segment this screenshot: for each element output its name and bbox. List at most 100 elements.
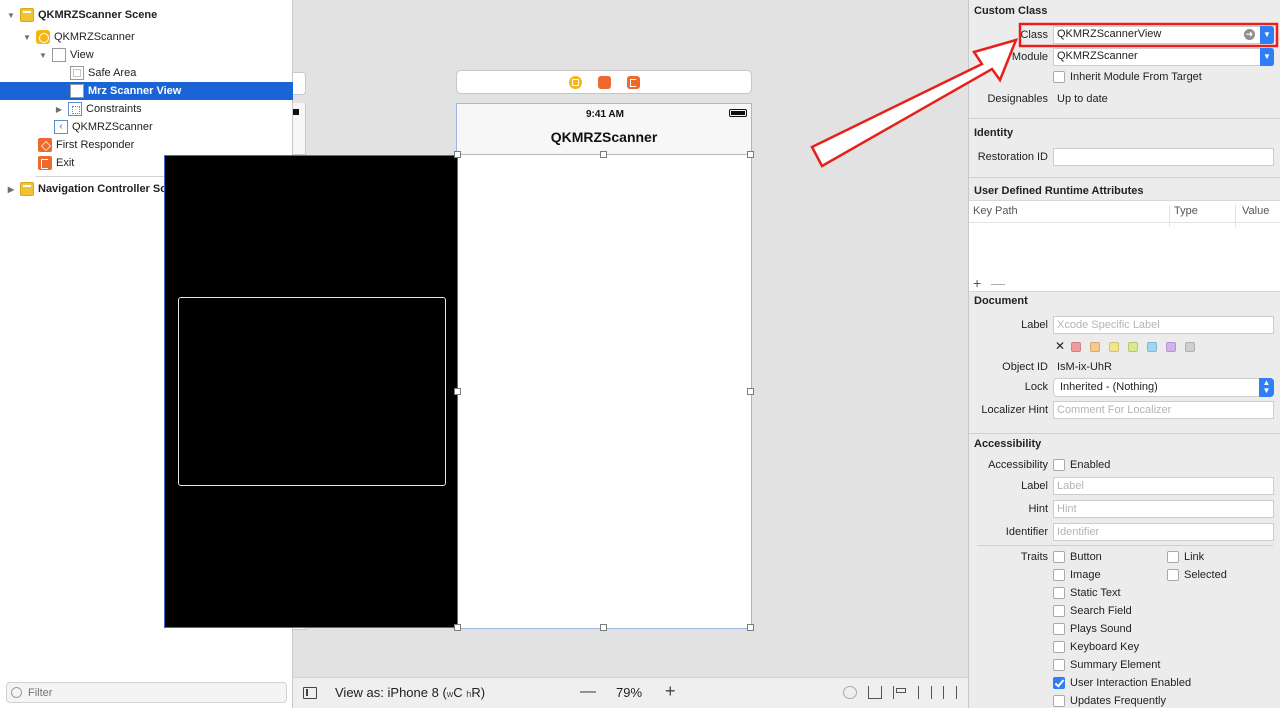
column-header-type[interactable]: Type [1174,205,1198,217]
trait-image[interactable]: Image [1053,569,1101,581]
checkbox[interactable] [1053,695,1065,707]
align-icon[interactable] [893,686,907,699]
chevron-up-down-icon[interactable]: ▲ ▼ [1259,378,1274,397]
localizer-hint-input[interactable] [1053,401,1274,419]
disclosure-open-icon[interactable]: ▼ [6,11,16,20]
trait-static-text[interactable]: Static Text [1053,587,1121,599]
tree-item-safe-area[interactable]: Safe Area [0,64,293,82]
checkbox[interactable] [1053,659,1065,671]
class-field[interactable]: QKMRZScannerView ➜ ▼ [1053,26,1274,44]
checkbox[interactable] [1053,641,1065,653]
chevron-down-icon[interactable]: ▼ [1260,48,1274,66]
trait-plays-sound[interactable]: Plays Sound [1053,623,1132,635]
resize-handle[interactable] [600,624,607,631]
checkbox[interactable] [1053,587,1065,599]
a11y-hint-input[interactable] [1053,500,1274,518]
trait-updates-frequently[interactable]: Updates Frequently [1053,695,1166,707]
add-attribute-button[interactable]: + [973,275,981,291]
resize-handle[interactable] [454,624,461,631]
a11y-label-input[interactable] [1053,477,1274,495]
checkbox[interactable] [1053,623,1065,635]
restoration-id-label: Restoration ID [977,151,1048,163]
disclosure-open-icon[interactable]: ▼ [38,51,48,60]
outline-filter[interactable] [6,682,287,703]
embed-in-stack-icon[interactable] [868,686,882,699]
view-as-device-button[interactable]: View as: iPhone 8 (wC hR) [335,685,485,700]
resize-handle[interactable] [454,388,461,395]
tree-item-view[interactable]: ▼ View [0,46,293,64]
restoration-id-input[interactable] [1053,148,1274,166]
checkbox[interactable] [1053,459,1065,471]
zoom-out-button[interactable]: — [580,683,596,701]
no-color-swatch[interactable]: ✕ [1055,339,1065,353]
class-value: QKMRZScannerView [1057,28,1162,40]
disclosure-closed-icon[interactable]: ▶ [6,185,16,194]
section-title-identity: Identity [974,127,1014,139]
remove-attribute-button[interactable]: — [991,275,1005,291]
go-to-class-icon[interactable]: ➜ [1244,29,1255,40]
zoom-in-button[interactable]: + [665,681,676,702]
trait-user-interaction-enabled[interactable]: User Interaction Enabled [1053,677,1191,689]
color-swatch-yellow[interactable] [1109,342,1119,352]
navigation-controller-scene-dock[interactable] [293,72,306,95]
tree-item-mrz-scanner-view[interactable]: Mrz Scanner View [0,82,293,100]
disclosure-open-icon[interactable]: ▼ [22,33,32,42]
resize-handle[interactable] [600,151,607,158]
trait-label: Updates Frequently [1070,695,1166,707]
column-header-key-path[interactable]: Key Path [973,205,1018,217]
resize-handle[interactable] [747,151,754,158]
checkbox[interactable] [1167,569,1179,581]
filter-input[interactable] [28,686,268,699]
exit-icon[interactable] [627,76,640,89]
view-controller-icon[interactable] [569,76,582,89]
checkbox[interactable] [1053,71,1065,83]
trait-label: User Interaction Enabled [1070,677,1192,689]
a11y-hint-label: Hint [1028,503,1048,515]
resize-handle[interactable] [747,388,754,395]
view-controller-scene[interactable]: 9:41 AM QKMRZScanner [456,103,752,629]
mrz-scanner-view[interactable] [164,155,458,628]
tree-item-qkmrzscanner-scene[interactable]: ▼ QKMRZScanner Scene [0,6,293,24]
navigation-bar[interactable]: 9:41 AM QKMRZScanner [457,104,751,155]
sidebar-toggle-icon[interactable] [303,687,317,699]
color-swatch-blue[interactable] [1147,342,1157,352]
checkbox[interactable] [1053,569,1065,581]
checkbox[interactable] [1053,605,1065,617]
resolve-auto-layout-icon[interactable] [943,686,957,699]
resize-handle[interactable] [454,151,461,158]
color-swatch-orange[interactable] [1090,342,1100,352]
first-responder-icon[interactable] [598,76,611,89]
checkbox[interactable] [1053,551,1065,563]
trait-selected[interactable]: Selected [1167,569,1227,581]
disclosure-closed-icon[interactable]: ▶ [54,105,64,114]
trait-keyboard-key[interactable]: Keyboard Key [1053,641,1139,653]
checkbox-checked[interactable] [1053,677,1065,689]
tree-item-view-controller[interactable]: ▼ QKMRZScanner [0,28,293,46]
trait-link[interactable]: Link [1167,551,1204,563]
lock-popup[interactable]: Inherited - (Nothing) ▲ ▼ [1053,378,1274,397]
color-swatch-red[interactable] [1071,342,1081,352]
a11y-identifier-input[interactable] [1053,523,1274,541]
trait-summary-element[interactable]: Summary Element [1053,659,1160,671]
add-constraints-icon[interactable] [918,686,932,699]
color-swatch-gray[interactable] [1185,342,1195,352]
tree-item-constraints[interactable]: ▶ Constraints [0,100,293,118]
runtime-attributes-table[interactable]: Key Path Type Value + — [969,200,1280,292]
document-label-input[interactable] [1053,316,1274,334]
color-swatch-green[interactable] [1128,342,1138,352]
tree-item-navigation-item[interactable]: ‹ QKMRZScanner [0,118,293,136]
accessibility-enabled-checkbox[interactable]: Enabled [1053,459,1110,471]
update-frames-icon[interactable] [843,686,857,699]
resize-handle[interactable] [747,624,754,631]
column-header-value[interactable]: Value [1242,205,1269,217]
traits-label: Traits [1020,551,1048,563]
tree-item-label: Exit [56,157,75,169]
chevron-down-icon[interactable]: ▼ [1260,26,1274,44]
module-field[interactable]: QKMRZScanner ▼ [1053,48,1274,66]
trait-button[interactable]: Button [1053,551,1102,563]
checkbox[interactable] [1167,551,1179,563]
inherit-module-checkbox[interactable]: Inherit Module From Target [1053,71,1202,83]
trait-search-field[interactable]: Search Field [1053,605,1132,617]
tree-item-first-responder[interactable]: First Responder [0,136,293,154]
color-swatch-purple[interactable] [1166,342,1176,352]
